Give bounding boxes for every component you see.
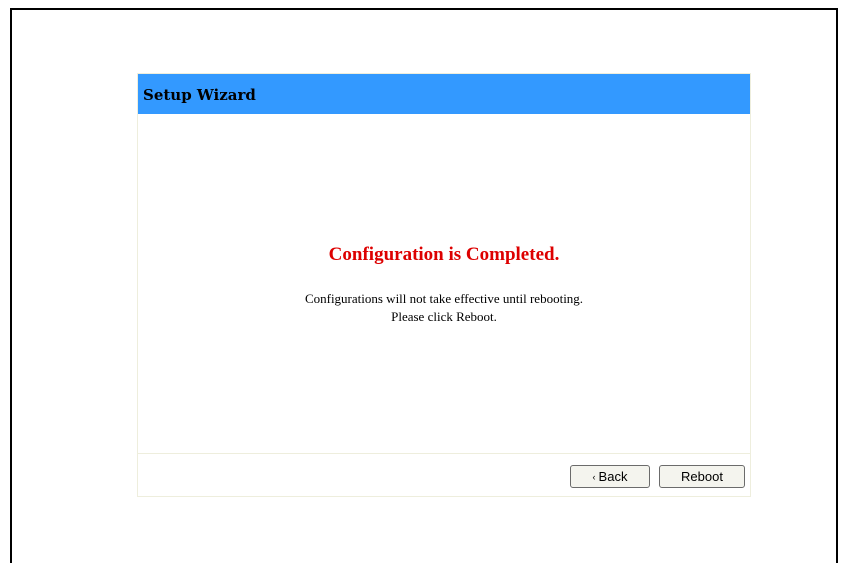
reboot-message-line2: Please click Reboot. <box>391 309 497 324</box>
wizard-footer: ‹ Back Reboot <box>138 455 750 496</box>
setup-wizard-panel: Setup Wizard Configuration is Completed.… <box>137 73 751 497</box>
wizard-title: Setup Wizard <box>143 86 256 104</box>
back-button-label: Back <box>598 469 628 484</box>
chevron-left-icon: ‹ <box>592 472 596 482</box>
reboot-button[interactable]: Reboot <box>659 465 745 488</box>
wizard-body: Configuration is Completed. Configuratio… <box>138 114 750 454</box>
page-frame: Setup Wizard Configuration is Completed.… <box>10 8 838 563</box>
reboot-message: Configurations will not take effective u… <box>138 290 750 326</box>
wizard-header: Setup Wizard <box>138 74 750 114</box>
completion-headline: Configuration is Completed. <box>328 244 560 265</box>
reboot-message-line1: Configurations will not take effective u… <box>304 291 584 306</box>
back-button[interactable]: ‹ Back <box>570 465 650 488</box>
